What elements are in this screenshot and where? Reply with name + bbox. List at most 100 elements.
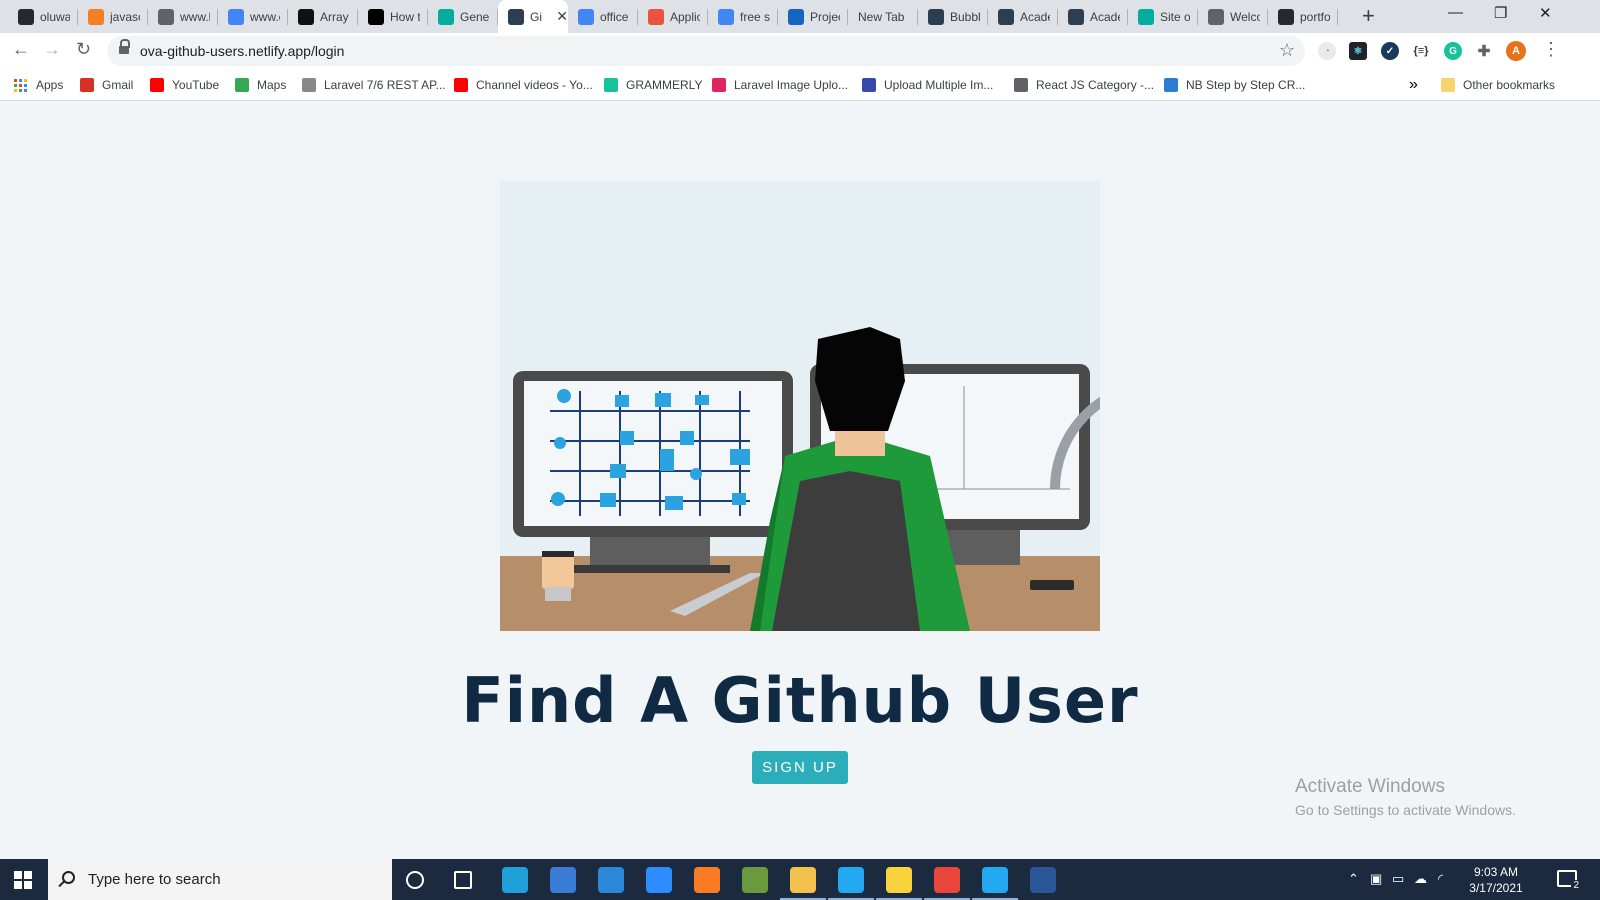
back-arrow-icon[interactable]: ← [12, 39, 30, 60]
show-hidden-icons-icon[interactable]: ⌃ [1348, 871, 1359, 887]
new-tab-button[interactable]: + [1362, 5, 1375, 27]
system-clock[interactable]: 9:03 AM 3/17/2021 [1460, 864, 1532, 896]
tab-title: Array [320, 9, 349, 24]
browser-tab[interactable]: Acade [1058, 0, 1128, 33]
browser-tab[interactable]: office [568, 0, 638, 33]
browser-tab[interactable]: How t [358, 0, 428, 33]
bookmark-item[interactable]: Channel videos - Yo... [454, 76, 593, 94]
bookmark-label: Apps [36, 78, 64, 92]
bookmark-item[interactable]: Upload Multiple Im... [862, 76, 993, 94]
browser-tab[interactable]: Bubbl [918, 0, 988, 33]
sign-up-button[interactable]: SIGN UP [752, 751, 848, 784]
browser-toolbar: ← → ↻ ova-github-users.netlify.app/login… [0, 33, 1600, 69]
browser-tab[interactable]: Projec [778, 0, 848, 33]
bookmark-item[interactable]: Laravel 7/6 REST AP... [302, 76, 446, 94]
youtube-icon [150, 78, 164, 92]
close-tab-icon[interactable]: ✕ [556, 8, 568, 25]
github-icon [1278, 8, 1294, 25]
react-devtools-icon[interactable]: ⚛ [1349, 42, 1367, 60]
globe-icon [1014, 78, 1028, 92]
file-explorer-icon[interactable] [790, 867, 816, 893]
react-icon [1068, 8, 1084, 25]
mail-icon[interactable] [598, 867, 624, 893]
edge-icon[interactable] [502, 867, 528, 893]
address-bar[interactable]: ova-github-users.netlify.app/login ☆ [107, 36, 1305, 66]
profile-avatar[interactable]: A [1506, 41, 1526, 61]
sql-icon[interactable] [742, 867, 768, 893]
folder-icon [1441, 78, 1455, 92]
bookmark-item[interactable]: NB Step by Step CR... [1164, 76, 1305, 94]
restore-button[interactable]: ❐ [1494, 4, 1507, 22]
cortana-icon[interactable] [406, 871, 424, 889]
xampp-icon[interactable] [694, 867, 720, 893]
tab-title: office [600, 9, 629, 24]
reload-icon[interactable]: ↻ [76, 39, 91, 60]
browser-tab[interactable]: oluwa [8, 0, 78, 33]
browser-tab[interactable]: Welco [1198, 0, 1268, 33]
tab-title: Acade [1090, 9, 1120, 24]
windows-start-icon[interactable] [14, 871, 32, 889]
bookmark-item[interactable]: Apps [14, 76, 63, 94]
browser-tab[interactable]: Acade [988, 0, 1058, 33]
taskbar-search-placeholder[interactable]: Type here to search [88, 871, 221, 888]
zoom-icon[interactable] [646, 867, 672, 893]
project-icon [788, 8, 804, 25]
bookmark-item[interactable]: GRAMMERLY [604, 76, 702, 94]
tab-title: Gi [530, 9, 542, 24]
tab-title: How t [390, 9, 420, 24]
vscode-icon[interactable] [982, 867, 1008, 893]
google-icon [578, 8, 594, 25]
bookmark-label: Laravel 7/6 REST AP... [324, 78, 446, 92]
forward-arrow-icon[interactable]: → [43, 39, 61, 60]
browser-tab[interactable]: Site o [1128, 0, 1198, 33]
vscode-icon[interactable] [838, 867, 864, 893]
close-window-button[interactable]: ✕ [1539, 4, 1552, 22]
browser-menu-icon[interactable]: ⋮ [1542, 39, 1560, 60]
task-view-icon[interactable] [454, 871, 472, 889]
word-icon[interactable] [1030, 867, 1056, 893]
grammarly-extension-icon[interactable]: G [1444, 42, 1462, 60]
taskbar-search-box[interactable]: Type here to search [48, 859, 392, 900]
lock-icon[interactable] [119, 39, 130, 56]
sticky-notes-icon[interactable] [886, 867, 912, 893]
wifi-icon[interactable]: ◜ [1438, 871, 1443, 887]
chrome-icon[interactable] [934, 867, 960, 893]
tab-title: www.l [180, 9, 210, 24]
json-viewer-icon[interactable]: {≡} [1412, 42, 1430, 60]
check-extension-icon[interactable]: ✓ [1381, 42, 1399, 60]
browser-tab[interactable]: javasc [78, 0, 148, 33]
bookmark-item[interactable]: Laravel Image Uplo... [712, 76, 848, 94]
puzzle-piece-icon[interactable]: ✚ [1475, 42, 1493, 60]
minimize-button[interactable]: — [1448, 4, 1463, 21]
browser-tab[interactable]: free sv [708, 0, 778, 33]
page-title: Find A Github User [461, 664, 1139, 737]
netlify-icon [438, 8, 454, 25]
other-bookmarks-folder[interactable]: Other bookmarks [1441, 76, 1555, 94]
url-text[interactable]: ova-github-users.netlify.app/login [140, 43, 344, 59]
browser-tab[interactable]: Gi ✕ [498, 0, 568, 33]
clock-date: 3/17/2021 [1469, 881, 1523, 895]
browser-tab[interactable]: www.c [218, 0, 288, 33]
more-bookmarks-chevron-icon[interactable]: » [1409, 76, 1418, 94]
browser-tab[interactable]: portfo [1268, 0, 1338, 33]
store-icon[interactable] [550, 867, 576, 893]
battery-icon[interactable]: ▭ [1392, 871, 1404, 887]
bookmark-item[interactable]: React JS Category -... [1014, 76, 1154, 94]
bookmark-item[interactable]: Gmail [80, 76, 133, 94]
clock-time: 9:03 AM [1473, 865, 1519, 879]
extension-timer-icon[interactable]: ◔ [1318, 42, 1336, 60]
bookmark-item[interactable]: YouTube [150, 76, 219, 94]
onedrive-cloud-icon[interactable]: ☁ [1414, 871, 1427, 887]
browser-tab[interactable]: www.l [148, 0, 218, 33]
bookmark-star-icon[interactable]: ☆ [1279, 40, 1295, 61]
browser-tab[interactable]: Applic [638, 0, 708, 33]
notification-center-icon[interactable]: 2 [1557, 870, 1581, 891]
watermark-title: Activate Windows [1295, 776, 1445, 797]
bookmark-item[interactable]: Maps [235, 76, 286, 94]
tab-title: www.c [250, 9, 280, 24]
meet-now-icon[interactable]: ▣ [1370, 871, 1382, 887]
tab-title: New Tab [858, 9, 905, 24]
browser-tab[interactable]: Gener [428, 0, 498, 33]
browser-tab[interactable]: Array [288, 0, 358, 33]
browser-tab[interactable]: New Tab [848, 0, 918, 33]
